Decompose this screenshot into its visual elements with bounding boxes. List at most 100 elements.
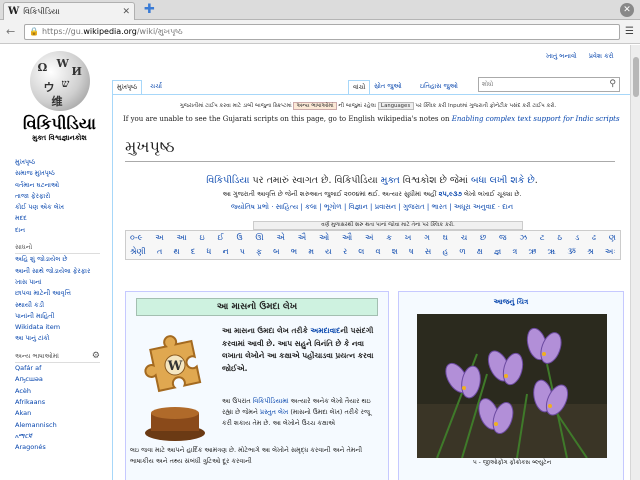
portal-links[interactable]: જ્યોતિષ પ્રભો · સાહિત્ય | કલા | ભૂગોળ | … bbox=[123, 203, 621, 212]
alphabet-letter-link[interactable]: મ bbox=[308, 246, 314, 258]
sidebar-item-language[interactable]: Acèh bbox=[15, 386, 115, 397]
alphabet-letter-link[interactable]: ળ bbox=[459, 246, 465, 258]
sidebar-item-language[interactable]: አማርኛ bbox=[15, 431, 115, 442]
alphabet-letter-link[interactable]: ઈ bbox=[218, 232, 224, 244]
alphabet-letter-link[interactable]: ફ bbox=[256, 246, 262, 258]
alphabet-letter-link[interactable]: ઊ bbox=[255, 232, 263, 244]
tab-main-page[interactable]: મુખપૃષ્ઠ bbox=[112, 80, 143, 94]
sidebar-item-language[interactable]: Alemannisch bbox=[15, 420, 115, 431]
alphabet-letter-link[interactable]: ન bbox=[223, 246, 229, 258]
alphabet-letter-link[interactable]: ૠ bbox=[548, 246, 557, 258]
alphabet-letter-link[interactable]: ધ bbox=[207, 246, 212, 258]
alphabet-letter-link[interactable]: એ bbox=[276, 232, 284, 244]
alphabet-letter-link[interactable]: વ bbox=[376, 246, 381, 258]
scrollbar[interactable] bbox=[630, 45, 640, 480]
alphabet-letter-link[interactable]: લ bbox=[358, 246, 364, 258]
sidebar-item-language[interactable]: Afrikaans bbox=[15, 397, 115, 408]
alphabet-letter-link[interactable]: ડ bbox=[575, 232, 579, 244]
crocus-photo[interactable] bbox=[417, 314, 607, 458]
search-input[interactable]: શોધો ⚲ bbox=[478, 77, 620, 92]
sidebar-item-tool[interactable]: છાપવા માટેની આવૃત્તિ bbox=[15, 288, 115, 299]
sidebar-item-recent-changes[interactable]: તાજા ફેરફારો bbox=[15, 191, 115, 202]
alphabet-letter-link[interactable]: સ bbox=[425, 246, 431, 258]
alphabet-letter-link[interactable]: અં bbox=[365, 232, 373, 244]
alphabet-letter-link[interactable]: ઇ bbox=[200, 232, 205, 244]
sidebar-item-community[interactable]: સમાજ મુખપૃષ્ઠ bbox=[15, 168, 115, 179]
sidebar-item-tool[interactable]: આ પાનું ટાંકો bbox=[15, 333, 115, 344]
alphabet-letter-link[interactable]: ઋ bbox=[529, 246, 537, 258]
sidebar-item-donate[interactable]: દાન bbox=[15, 225, 115, 236]
wikipedia-link[interactable]: વિકિપીડિયા bbox=[206, 175, 249, 186]
sidebar-item-language[interactable]: Akan bbox=[15, 408, 115, 419]
alphabet-letter-link[interactable]: ૦-૯ bbox=[130, 232, 142, 244]
article-count-link[interactable]: ૨૫,૯૩૭ bbox=[439, 190, 462, 198]
alphabet-letter-link[interactable]: ઘ bbox=[443, 232, 448, 244]
alphabet-letter-link[interactable]: ઔ bbox=[342, 232, 352, 244]
alphabet-letter-link[interactable]: દ bbox=[191, 246, 195, 258]
new-tab-icon[interactable]: ✚ bbox=[144, 3, 155, 16]
alphabet-letter-link[interactable]: બ bbox=[273, 246, 279, 258]
alphabet-letter-link[interactable]: શ્રેણી bbox=[130, 246, 146, 258]
wikipedia-logo[interactable]: ΩWИ ウש维 વિકિપીડિયા મુક્ત વિશ્વજ્ઞાનકોશ bbox=[12, 51, 107, 151]
alphabet-letter-link[interactable]: જ્ઞ bbox=[494, 246, 501, 258]
sidebar-item-random[interactable]: કોઈ પણ એક લેખ bbox=[15, 202, 115, 213]
alphabet-letter-link[interactable]: શ્ર bbox=[587, 246, 594, 258]
alphabet-letter-link[interactable]: ગ bbox=[424, 232, 430, 244]
create-account-link[interactable]: ખાતું બનાવો bbox=[546, 52, 577, 60]
alphabet-letter-link[interactable]: થ bbox=[174, 246, 180, 258]
tab-view-source[interactable]: સ્રોત જુઓ bbox=[370, 80, 406, 94]
sidebar-item-tool[interactable]: ખાસ પાનાં bbox=[15, 277, 115, 288]
alphabet-letter-link[interactable]: ક bbox=[386, 232, 392, 244]
sidebar-item-tool[interactable]: સ્થાયી કડી bbox=[15, 300, 115, 311]
alphabet-letter-link[interactable]: આ bbox=[177, 232, 187, 244]
alphabet-letter-link[interactable]: ર bbox=[343, 246, 347, 258]
ahmedabad-link[interactable]: અમદાવાદ bbox=[310, 326, 340, 335]
alphabet-letter-link[interactable]: ટ bbox=[540, 232, 545, 244]
sidebar-item-current-events[interactable]: વર્તમાન ઘટનાઓ bbox=[15, 180, 115, 191]
alphabet-letter-link[interactable]: ચ bbox=[461, 232, 467, 244]
alphabet-letter-link[interactable]: ત bbox=[157, 246, 162, 258]
alphabet-letter-link[interactable]: ૐ bbox=[567, 246, 576, 258]
alphabet-letter-link[interactable]: ઉ bbox=[237, 232, 243, 244]
featured-article-link[interactable]: પ્રસ્તુત લેખ bbox=[260, 408, 288, 416]
gear-icon[interactable]: ⚙ bbox=[92, 351, 100, 362]
alphabet-letter-link[interactable]: ઝ bbox=[519, 232, 527, 244]
tab-read[interactable]: વાંચો bbox=[348, 80, 371, 94]
tab-close-icon[interactable]: ✕ bbox=[122, 7, 130, 17]
alphabet-letter-link[interactable]: ણ bbox=[609, 232, 616, 244]
alphabet-letter-link[interactable]: ખ bbox=[405, 232, 412, 244]
free-link[interactable]: મુક્ત bbox=[381, 175, 400, 186]
sidebar-item-tool[interactable]: પાનાંની માહિતી bbox=[15, 311, 115, 322]
alphabet-letter-link[interactable]: ક્ષ bbox=[477, 246, 483, 258]
hamburger-menu-icon[interactable]: ☰ bbox=[625, 26, 634, 37]
indic-support-link[interactable]: Enabling complex text support for Indic … bbox=[452, 115, 620, 123]
search-icon[interactable]: ⚲ bbox=[609, 78, 616, 91]
alphabet-letter-link[interactable]: ઓ bbox=[319, 232, 329, 244]
alphabet-letter-link[interactable]: અઃ bbox=[605, 246, 616, 258]
sidebar-item-tool[interactable]: આની સાથે જોડાયેલા ફેરફાર bbox=[15, 266, 115, 277]
back-arrow-icon[interactable]: ← bbox=[6, 25, 15, 39]
alphabet-letter-link[interactable]: શ bbox=[392, 246, 398, 258]
scrollbar-thumb[interactable] bbox=[633, 57, 639, 97]
anyone-can-edit-link[interactable]: બધા લખી શકે છે bbox=[471, 175, 535, 186]
alphabet-letter-link[interactable]: છ bbox=[480, 232, 486, 244]
alphabet-letter-link[interactable]: ઠ bbox=[557, 232, 562, 244]
sidebar-item-tool[interactable]: અહિ શું જોડાયેલ છે bbox=[15, 254, 115, 265]
sidebar-item-language[interactable]: Аҧсшәа bbox=[15, 374, 115, 385]
alphabet-letter-link[interactable]: જ bbox=[499, 232, 507, 244]
sidebar-item-language[interactable]: Aragonés bbox=[15, 442, 115, 453]
window-close-icon[interactable]: ✕ bbox=[620, 3, 634, 17]
alphabet-letter-link[interactable]: ત્ર bbox=[512, 246, 517, 258]
sidebar-item-language[interactable]: Qafár af bbox=[15, 363, 115, 374]
login-link[interactable]: પ્રવેશ કરો bbox=[589, 52, 614, 60]
wikipedia-inline-link[interactable]: વિકિપીડિયામાં bbox=[253, 397, 289, 405]
alphabet-letter-link[interactable]: ઐ bbox=[298, 232, 306, 244]
sidebar-item-tool[interactable]: Wikidata item bbox=[15, 322, 115, 333]
alphabet-letter-link[interactable]: પ bbox=[240, 246, 245, 258]
alphabet-letter-link[interactable]: ષ bbox=[409, 246, 413, 258]
tab-talk[interactable]: ચર્ચા bbox=[146, 80, 166, 94]
alphabet-letter-link[interactable]: ઢ bbox=[592, 232, 596, 244]
alphabet-letter-link[interactable]: ભ bbox=[291, 246, 297, 258]
tab-view-history[interactable]: ઇતિહાસ જુઓ bbox=[416, 80, 462, 94]
browser-tab[interactable]: W વિકિપીડિયા ✕ bbox=[3, 2, 135, 20]
